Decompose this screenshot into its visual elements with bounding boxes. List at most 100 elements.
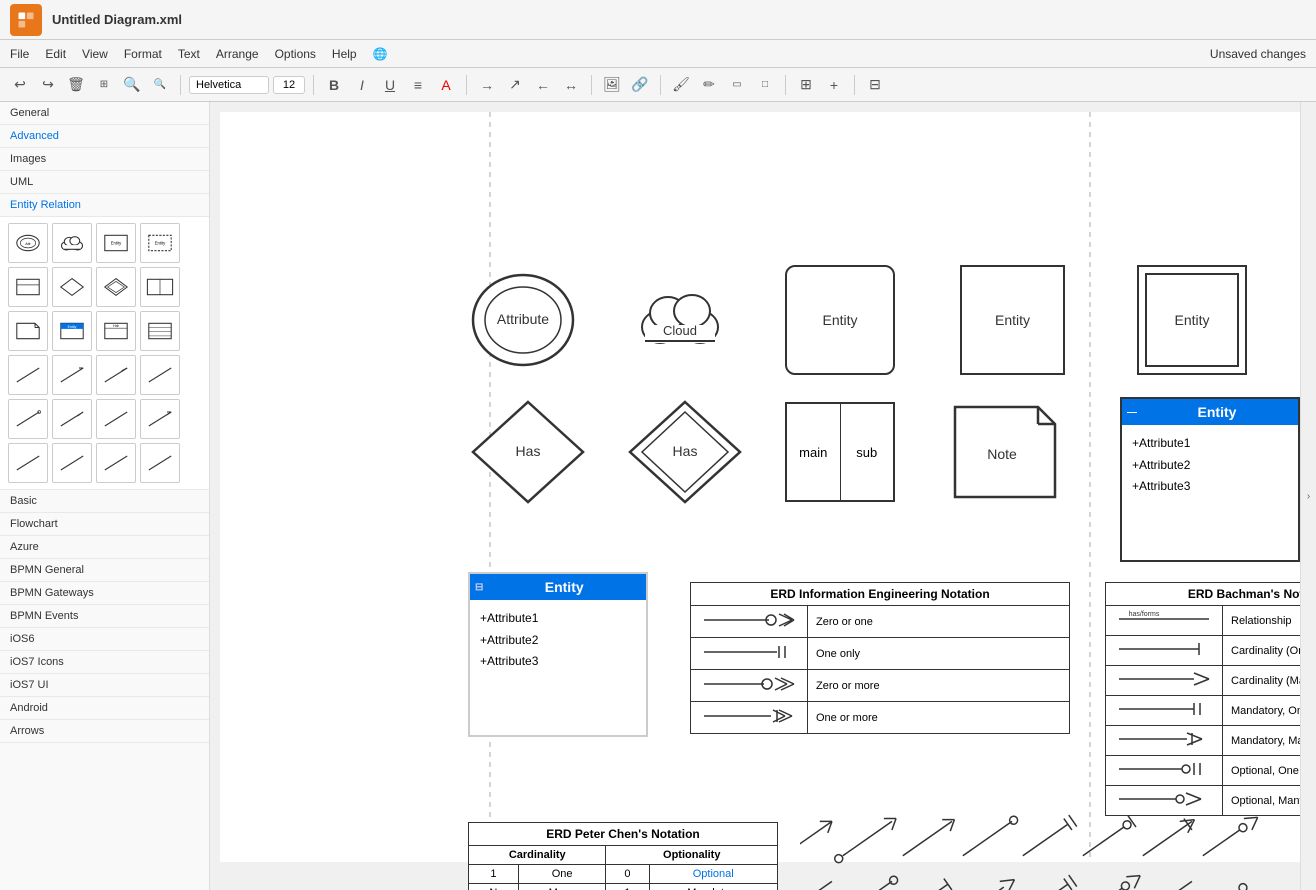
entity-plain-shape[interactable]: Entity: [960, 265, 1065, 375]
shape-line2[interactable]: [52, 355, 92, 395]
menu-view[interactable]: View: [82, 47, 108, 61]
sidebar-item-ios7-icons[interactable]: iOS7 Icons: [0, 651, 209, 674]
shape-diamond2[interactable]: [96, 267, 136, 307]
image-button[interactable]: 🖼: [600, 73, 624, 97]
arrow-bend-button[interactable]: ↗: [503, 73, 527, 97]
shape-line10[interactable]: [52, 443, 92, 483]
entity-double-shape[interactable]: Entity: [1137, 265, 1247, 375]
has1-shape[interactable]: Has: [468, 397, 588, 507]
shadow-button[interactable]: □: [753, 73, 777, 97]
shape-line8[interactable]: [140, 399, 180, 439]
shape-entity-table[interactable]: [8, 267, 48, 307]
sidebar-item-arrows[interactable]: Arrows: [0, 720, 209, 743]
sidebar-item-entity-relation[interactable]: Entity Relation: [0, 194, 209, 217]
add-button[interactable]: +: [822, 73, 846, 97]
menu-arrange[interactable]: Arrange: [216, 47, 259, 61]
sidebar-item-advanced[interactable]: Advanced: [0, 125, 209, 148]
fit-page-button[interactable]: ⊞: [92, 73, 116, 97]
entity-blue-left-header: Entity: [487, 579, 641, 595]
shape-line7[interactable]: [96, 399, 136, 439]
shape-entity-blue[interactable]: Entity: [52, 311, 92, 351]
sidebar-item-ios6[interactable]: iOS6: [0, 628, 209, 651]
shape-entity-plain[interactable]: Entity: [96, 223, 136, 263]
chen-optional: Optional: [649, 865, 778, 884]
underline-button[interactable]: U: [378, 73, 402, 97]
entity-blue-left[interactable]: ⊟ Entity +Attribute1 +Attribute2 +Attrib…: [468, 572, 648, 737]
shape-line5[interactable]: [8, 399, 48, 439]
sidebar-item-bpmn-gateways[interactable]: BPMN Gateways: [0, 582, 209, 605]
menu-file[interactable]: File: [10, 47, 29, 61]
font-color-button[interactable]: A: [434, 73, 458, 97]
fill-button[interactable]: ▭: [725, 73, 749, 97]
menu-text[interactable]: Text: [178, 47, 200, 61]
link-button[interactable]: 🔗: [628, 73, 652, 97]
entity-blue-left-attr2: +Attribute2: [480, 630, 636, 652]
italic-button[interactable]: I: [350, 73, 374, 97]
table-button[interactable]: ⊞: [794, 73, 818, 97]
panel-button[interactable]: ⊟: [863, 73, 887, 97]
arrow-both-button[interactable]: ↔: [559, 73, 583, 97]
menu-format[interactable]: Format: [124, 47, 162, 61]
shape-line9[interactable]: [8, 443, 48, 483]
shape-attribute[interactable]: Attr: [8, 223, 48, 263]
right-panel-toggle[interactable]: ›: [1300, 102, 1316, 890]
sidebar-item-general[interactable]: General: [0, 102, 209, 125]
line-color-button[interactable]: ✏: [697, 73, 721, 97]
sidebar-item-flowchart[interactable]: Flowchart: [0, 513, 209, 536]
shape-line1[interactable]: [8, 355, 48, 395]
has2-shape[interactable]: Has: [625, 397, 745, 507]
entity-blue-left-attr1: +Attribute1: [480, 608, 636, 630]
svg-text:Entity: Entity: [111, 240, 122, 245]
zoom-out-button[interactable]: 🔍: [148, 73, 172, 97]
redo-button[interactable]: ↪: [36, 73, 60, 97]
shape-line11[interactable]: [96, 443, 136, 483]
shape-diamond1[interactable]: [52, 267, 92, 307]
sidebar-item-bpmn-events[interactable]: BPMN Events: [0, 605, 209, 628]
shape-line12[interactable]: [140, 443, 180, 483]
sidebar-item-ios7-ui[interactable]: iOS7 UI: [0, 674, 209, 697]
entity-blue-right-attr3: +Attribute3: [1132, 476, 1288, 498]
arrow-right-button[interactable]: →: [475, 73, 499, 97]
delete-button[interactable]: 🗑: [64, 73, 88, 97]
entity-rounded-shape[interactable]: Entity: [785, 265, 895, 375]
attribute-shape[interactable]: Attribute: [468, 265, 578, 375]
note-shape[interactable]: Note: [950, 402, 1060, 502]
menu-options[interactable]: Options: [275, 47, 316, 61]
font-family-input[interactable]: [189, 76, 269, 94]
entity-blue-right[interactable]: — Entity +Attribute1 +Attribute2 +Attrib…: [1120, 397, 1300, 562]
main-sub-shape[interactable]: main sub: [785, 402, 895, 502]
svg-text:Has: Has: [673, 443, 698, 459]
canvas-area[interactable]: Attribute Cloud Entity: [210, 102, 1300, 890]
font-size-input[interactable]: [273, 76, 305, 94]
shape-entity-dashed[interactable]: Entity: [140, 223, 180, 263]
sidebar-item-azure[interactable]: Azure: [0, 536, 209, 559]
sidebar-item-uml[interactable]: UML: [0, 171, 209, 194]
cloud-shape[interactable]: Cloud: [635, 275, 725, 355]
bold-button[interactable]: B: [322, 73, 346, 97]
menu-help[interactable]: Help: [332, 47, 357, 61]
erd-chen-title: ERD Peter Chen's Notation: [469, 823, 778, 846]
align-button[interactable]: ≡: [406, 73, 430, 97]
shape-note[interactable]: [8, 311, 48, 351]
sidebar-item-android[interactable]: Android: [0, 697, 209, 720]
sidebar-item-basic[interactable]: Basic: [0, 490, 209, 513]
erd-ie-label1: Zero or one: [808, 606, 1070, 638]
shape-entity-split[interactable]: [140, 267, 180, 307]
undo-button[interactable]: ↩: [8, 73, 32, 97]
erd-bachman-table: ERD Bachman's Notation has/forms Relatio…: [1105, 582, 1300, 816]
menu-edit[interactable]: Edit: [45, 47, 66, 61]
svg-text:Cloud: Cloud: [663, 323, 697, 338]
shape-line4[interactable]: [140, 355, 180, 395]
zoom-in-button[interactable]: 🔍: [120, 73, 144, 97]
shape-line3[interactable]: [96, 355, 136, 395]
menu-globe[interactable]: 🌐: [373, 47, 388, 61]
shape-line6[interactable]: [52, 399, 92, 439]
shape-cloud[interactable]: [52, 223, 92, 263]
fill-color-button[interactable]: 🖌: [669, 73, 693, 97]
shape-lines-dense[interactable]: [140, 311, 180, 351]
shape-entity-list[interactable]: Hdr: [96, 311, 136, 351]
sidebar-item-bpmn-general[interactable]: BPMN General: [0, 559, 209, 582]
chen-row2: N Many 1 Mandatory: [469, 884, 778, 890]
arrow-left-button[interactable]: ←: [531, 73, 555, 97]
sidebar-item-images[interactable]: Images: [0, 148, 209, 171]
